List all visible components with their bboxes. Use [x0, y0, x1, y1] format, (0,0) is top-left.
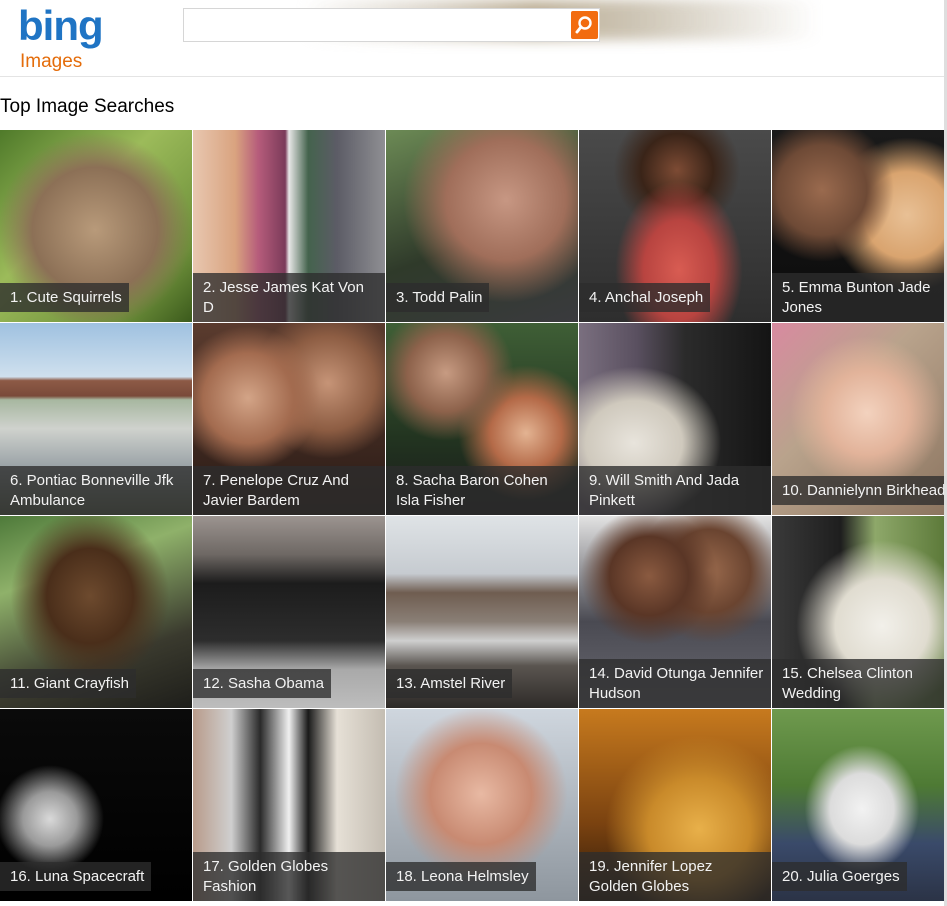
search-input[interactable] — [188, 13, 570, 39]
image-tile-david-otunga[interactable]: 14. David Otunga Jennifer Hudson — [579, 516, 771, 708]
tile-caption: 20. Julia Goerges — [772, 861, 907, 891]
tile-caption: 18. Leona Helmsley — [386, 861, 536, 891]
tile-caption: 11. Giant Crayfish — [0, 668, 136, 698]
tile-caption: 12. Sasha Obama — [193, 668, 331, 698]
image-tile-todd-palin[interactable]: 3. Todd Palin — [386, 130, 578, 322]
image-tile-amstel-river[interactable]: 13. Amstel River — [386, 516, 578, 708]
tile-caption: 4. Anchal Joseph — [579, 282, 711, 312]
image-tile-anchal-joseph[interactable]: 4. Anchal Joseph — [579, 130, 771, 322]
image-grid: 1. Cute Squirrels 2. Jesse James Kat Von… — [0, 130, 947, 906]
tile-caption: 14. David Otunga Jennifer Hudson — [579, 659, 771, 708]
search-button[interactable] — [571, 11, 598, 39]
section-title: Top Image Searches — [0, 96, 175, 117]
image-tile-leona-helmsley[interactable]: 18. Leona Helmsley — [386, 709, 578, 901]
search-box[interactable] — [183, 8, 600, 42]
tile-caption: 15. Chelsea Clinton Wedding — [772, 659, 944, 708]
images-vertical-link[interactable]: Images — [20, 51, 82, 73]
tile-caption: 10. Dannielynn Birkhead — [772, 475, 944, 505]
tile-caption: 9. Will Smith And Jada Pinkett — [579, 466, 771, 515]
image-tile-cute-squirrels[interactable]: 1. Cute Squirrels — [0, 130, 192, 322]
image-tile-golden-globes-fashion[interactable]: 17. Golden Globes Fashion — [193, 709, 385, 901]
image-tile-pontiac[interactable]: 6. Pontiac Bonneville Jfk Ambulance — [0, 323, 192, 515]
tile-caption: 1. Cute Squirrels — [0, 282, 129, 312]
magnifier-icon — [575, 16, 592, 34]
image-tile-chelsea-clinton[interactable]: 15. Chelsea Clinton Wedding — [772, 516, 944, 708]
image-tile-emma-bunton[interactable]: 5. Emma Bunton Jade Jones — [772, 130, 944, 322]
image-tile-giant-crayfish[interactable]: 11. Giant Crayfish — [0, 516, 192, 708]
image-tile-sasha-obama[interactable]: 12. Sasha Obama — [193, 516, 385, 708]
image-tile-jennifer-lopez[interactable]: 19. Jennifer Lopez Golden Globes — [579, 709, 771, 901]
bing-logo[interactable]: bing — [18, 2, 104, 50]
image-tile-penelope-cruz[interactable]: 7. Penelope Cruz And Javier Bardem — [193, 323, 385, 515]
tile-caption: 16. Luna Spacecraft — [0, 861, 152, 891]
image-tile-luna-spacecraft[interactable]: 16. Luna Spacecraft — [0, 709, 192, 901]
image-tile-jesse-james[interactable]: 2. Jesse James Kat Von D — [193, 130, 385, 322]
image-tile-dannielynn[interactable]: 10. Dannielynn Birkhead — [772, 323, 944, 515]
tile-caption: 17. Golden Globes Fashion — [193, 852, 385, 901]
image-tile-will-smith[interactable]: 9. Will Smith And Jada Pinkett — [579, 323, 771, 515]
header: bing Images — [0, 0, 947, 77]
tile-caption: 8. Sacha Baron Cohen Isla Fisher — [386, 466, 578, 515]
image-tile-julia-goerges[interactable]: 20. Julia Goerges — [772, 709, 944, 901]
tile-caption: 6. Pontiac Bonneville Jfk Ambulance — [0, 466, 192, 515]
tile-caption: 19. Jennifer Lopez Golden Globes — [579, 852, 771, 901]
tile-caption: 5. Emma Bunton Jade Jones — [772, 273, 944, 322]
image-tile-sacha-baron-cohen[interactable]: 8. Sacha Baron Cohen Isla Fisher — [386, 323, 578, 515]
tile-caption: 2. Jesse James Kat Von D — [193, 273, 385, 322]
tile-caption: 3. Todd Palin — [386, 282, 490, 312]
tile-caption: 7. Penelope Cruz And Javier Bardem — [193, 466, 385, 515]
tile-caption: 13. Amstel River — [386, 668, 513, 698]
